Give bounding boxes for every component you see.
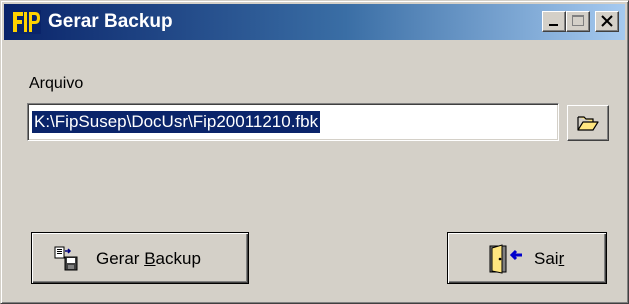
file-path-value: K:\FipSusep\DocUsr\Fip20011210.fbk [32,111,321,133]
maximize-icon [572,15,584,26]
window-title: Gerar Backup [48,11,173,32]
minimize-icon [549,24,558,26]
backup-disk-icon [54,246,78,271]
exit-door-icon [489,244,522,274]
gerar-backup-button[interactable]: Gerar Backup [31,232,249,284]
file-path-input[interactable]: K:\FipSusep\DocUsr\Fip20011210.fbk [27,103,559,141]
title-bar[interactable]: Gerar Backup [4,4,625,40]
file-label: Arquivo [29,75,84,92]
browse-button[interactable] [567,105,609,141]
sair-button[interactable]: Sair [447,232,607,284]
minimize-button[interactable] [542,11,566,32]
close-button[interactable] [595,11,619,32]
close-icon [601,15,613,27]
gerar-backup-window: Gerar Backup Arquivo K:\FipSusep\DocUsr\… [0,0,629,304]
maximize-button[interactable] [566,11,590,32]
sair-label: Sair [534,249,565,268]
gerar-backup-label: Gerar Backup [96,249,201,268]
folder-open-icon [577,116,599,131]
fip-logo-icon [11,10,41,34]
